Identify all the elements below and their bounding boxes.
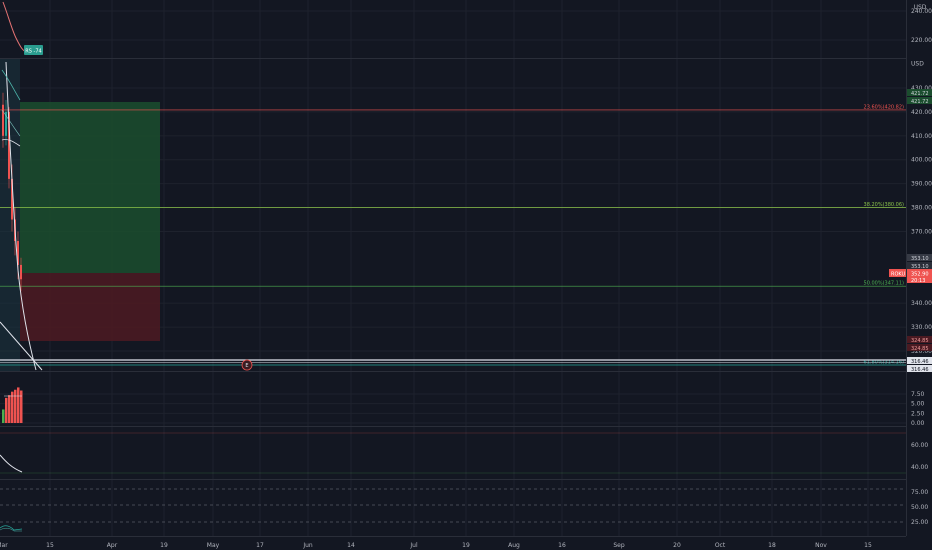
price-axis-label: 330.00 bbox=[911, 324, 932, 331]
time-axis-label: 17 bbox=[256, 542, 264, 549]
price-axis-label: 380.00 bbox=[911, 205, 932, 212]
tag-target-a: 421.72 bbox=[911, 91, 929, 97]
price-axis-label: 340.00 bbox=[911, 300, 932, 307]
volume-bar[interactable] bbox=[2, 409, 5, 423]
top-axis-label: 220.00 bbox=[911, 37, 932, 44]
candle-body[interactable] bbox=[20, 264, 22, 280]
price-axis-label: 400.00 bbox=[911, 157, 932, 164]
time-axis-label: 20 bbox=[673, 542, 681, 549]
time-axis-label: Aug bbox=[508, 542, 520, 549]
stoch-axis-label: 75.00 bbox=[911, 489, 928, 496]
fib-level-label: 38.20%(380.06) bbox=[864, 202, 905, 208]
fib-level-label: 23.60%(420.82) bbox=[864, 104, 905, 110]
stoch-axis-label: 50.00 bbox=[911, 504, 928, 511]
tag-target-b: 421.72 bbox=[911, 99, 929, 105]
time-axis-label: Nov bbox=[815, 542, 827, 549]
time-axis-label: 16 bbox=[558, 542, 566, 549]
tag-line-a: 316.46 bbox=[911, 359, 929, 365]
time-axis-label: 18 bbox=[768, 542, 776, 549]
stoch-pane[interactable] bbox=[0, 480, 906, 536]
volume-axis-label: 0.00 bbox=[911, 420, 925, 427]
time-axis-label: Mar bbox=[0, 542, 8, 549]
volume-bar[interactable] bbox=[5, 397, 8, 423]
stoch-axis-label: 25.00 bbox=[911, 519, 928, 526]
position-loss-zone[interactable] bbox=[20, 273, 160, 341]
volume-bar[interactable] bbox=[8, 395, 11, 423]
position-profit-zone[interactable] bbox=[20, 102, 160, 273]
time-axis-label: 15 bbox=[46, 542, 54, 549]
volume-axis-label: 5.00 bbox=[911, 401, 925, 408]
symbol-price: 352.90 bbox=[911, 272, 929, 278]
symbol-tag: ROKU bbox=[891, 272, 906, 278]
time-axis[interactable]: Mar 15 Apr 19 May 17 Jun 14 Jul 19 Aug 16 Sep 20 Oct 18… bbox=[0, 542, 872, 549]
rs-badge-label: RS -74 bbox=[25, 49, 41, 55]
time-axis-label: 19 bbox=[160, 542, 168, 549]
time-axis-label: 19 bbox=[462, 542, 470, 549]
time-axis-label: 14 bbox=[347, 542, 355, 549]
volume-pane[interactable] bbox=[0, 372, 906, 426]
time-axis-label: Oct bbox=[715, 542, 726, 549]
fib-level-label: 50.00%(347.11) bbox=[864, 281, 905, 287]
tag-entry-a: 353.10 bbox=[911, 256, 929, 262]
time-axis-label: 15 bbox=[864, 542, 872, 549]
volume-bar[interactable] bbox=[14, 389, 17, 423]
volume-bar[interactable] bbox=[20, 390, 23, 423]
tag-line-b: 316.46 bbox=[911, 367, 929, 373]
price-axis-label: 410.00 bbox=[911, 133, 932, 140]
volume-axis-label: 7.50 bbox=[911, 391, 925, 398]
rsi-axis-label: 60.00 bbox=[911, 442, 928, 449]
tag-stop-a: 324.85 bbox=[911, 338, 929, 344]
currency-label: USD bbox=[914, 4, 927, 11]
chart-canvas[interactable]: RS -74 23.60%(420.82) 38.20%(380.06) 50.00… bbox=[0, 0, 932, 550]
rsi-axis-label: 40.00 bbox=[911, 464, 928, 471]
symbol-countdown: 20:13 bbox=[911, 278, 925, 284]
price-axis-label: 420.00 bbox=[911, 109, 932, 116]
main-scale-unit[interactable]: USD bbox=[911, 61, 924, 68]
price-axis-label: 370.00 bbox=[911, 228, 932, 235]
time-axis-label: Jun bbox=[302, 542, 313, 549]
time-axis-label: Apr bbox=[107, 542, 118, 549]
earnings-marker-label: E bbox=[245, 363, 248, 369]
top-pane[interactable] bbox=[0, 0, 906, 58]
volume-bar[interactable] bbox=[17, 387, 20, 423]
volume-axis-label: 2.50 bbox=[911, 410, 925, 417]
price-axis-label: 390.00 bbox=[911, 181, 932, 188]
time-axis-label: Jul bbox=[409, 542, 418, 549]
tag-stop-b: 324.85 bbox=[911, 346, 929, 352]
rsi-pane[interactable] bbox=[0, 427, 906, 479]
time-axis-label: Sep bbox=[613, 542, 625, 549]
candle-body[interactable] bbox=[2, 104, 4, 136]
time-axis-label: May bbox=[207, 542, 220, 549]
volume-bar[interactable] bbox=[11, 391, 14, 423]
